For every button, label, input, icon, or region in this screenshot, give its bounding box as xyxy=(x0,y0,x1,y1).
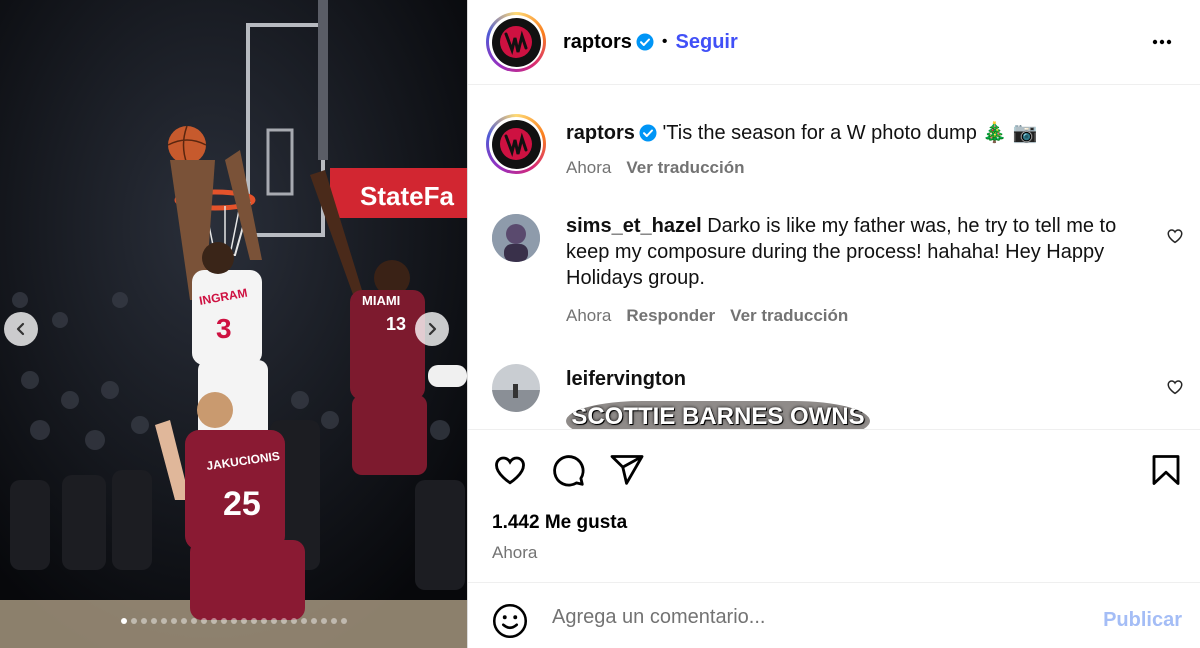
caption-translate-link[interactable]: Ver traducción xyxy=(626,158,744,178)
banner-text: StateFa xyxy=(360,181,454,211)
verified-icon xyxy=(639,124,657,142)
publish-button[interactable]: Publicar xyxy=(1103,609,1182,632)
emoji-icon xyxy=(492,603,528,639)
chevron-right-icon xyxy=(428,322,437,336)
commenter-avatar[interactable] xyxy=(492,364,540,412)
carousel-indicator xyxy=(0,618,467,624)
share-button[interactable] xyxy=(609,452,645,493)
author-avatar[interactable] xyxy=(486,12,546,72)
comment-composer: Publicar xyxy=(468,582,1200,648)
author-username[interactable]: raptors xyxy=(563,31,632,54)
next-photo-button[interactable] xyxy=(415,312,449,346)
share-icon xyxy=(610,455,644,485)
raptors-logo xyxy=(500,26,532,58)
post-media[interactable]: StateFa INGRAM 3 MIAMI 13 JAKUCIONIS 25 xyxy=(0,0,467,648)
bookmark-icon xyxy=(1152,455,1180,485)
reply-button[interactable]: Responder xyxy=(626,306,715,326)
gif-text: SCOTTIE BARNES OWNS xyxy=(571,403,865,430)
comment-username[interactable]: leifervington xyxy=(566,368,686,390)
caption-text: 'Tis the season for a W photo dump 🎄 📷 xyxy=(662,122,1038,144)
like-comment-button[interactable] xyxy=(1166,378,1184,401)
jersey-number-3: 3 xyxy=(216,313,232,344)
comment-button[interactable] xyxy=(550,452,586,493)
basketball-photo: StateFa INGRAM 3 MIAMI 13 JAKUCIONIS 25 xyxy=(0,0,467,648)
save-button[interactable] xyxy=(1148,452,1184,493)
previous-photo-button[interactable] xyxy=(4,312,38,346)
comments-section[interactable]: raptors 'Tis the season for a W photo du… xyxy=(468,86,1200,430)
more-icon xyxy=(1152,39,1172,45)
caption-time: Ahora xyxy=(566,158,612,177)
jersey-name-miami: MIAMI xyxy=(362,293,400,308)
verified-icon xyxy=(636,33,654,51)
follow-button[interactable]: Seguir xyxy=(676,31,738,54)
post-time: Ahora xyxy=(492,543,538,562)
heart-icon xyxy=(1167,229,1183,244)
emoji-button[interactable] xyxy=(492,603,528,644)
caption-username[interactable]: raptors xyxy=(566,122,635,144)
like-comment-button[interactable] xyxy=(1166,227,1184,250)
caption-meta: Ahora Ver traducción xyxy=(566,158,744,178)
comment-input[interactable] xyxy=(552,603,1072,631)
commenter-avatar[interactable] xyxy=(492,214,540,262)
like-button[interactable] xyxy=(492,452,528,493)
post-side-panel: raptors • Seguir raptors 'Tis the season… xyxy=(467,0,1200,648)
raptors-logo xyxy=(500,128,532,160)
comment-time: Ahora xyxy=(566,306,612,325)
separator-dot: • xyxy=(661,33,668,50)
like-count[interactable]: 1.442 Me gusta xyxy=(492,512,627,534)
post-actions xyxy=(468,430,1200,510)
jersey-number-25: 25 xyxy=(223,485,261,523)
comment-meta: Ahora Responder Ver traducción xyxy=(566,306,848,326)
comment-translate-link[interactable]: Ver traducción xyxy=(730,306,848,326)
heart-icon xyxy=(495,456,525,485)
more-options-button[interactable] xyxy=(1150,30,1174,59)
comment-icon xyxy=(553,455,585,487)
post-header: raptors • Seguir xyxy=(468,0,1200,85)
comment-username[interactable]: sims_et_hazel xyxy=(566,215,702,237)
heart-icon xyxy=(1167,380,1183,395)
comment-gif[interactable]: SCOTTIE BARNES OWNS xyxy=(566,401,870,430)
jersey-number-13: 13 xyxy=(386,314,406,334)
caption-avatar[interactable] xyxy=(486,114,546,174)
chevron-left-icon xyxy=(16,322,25,336)
